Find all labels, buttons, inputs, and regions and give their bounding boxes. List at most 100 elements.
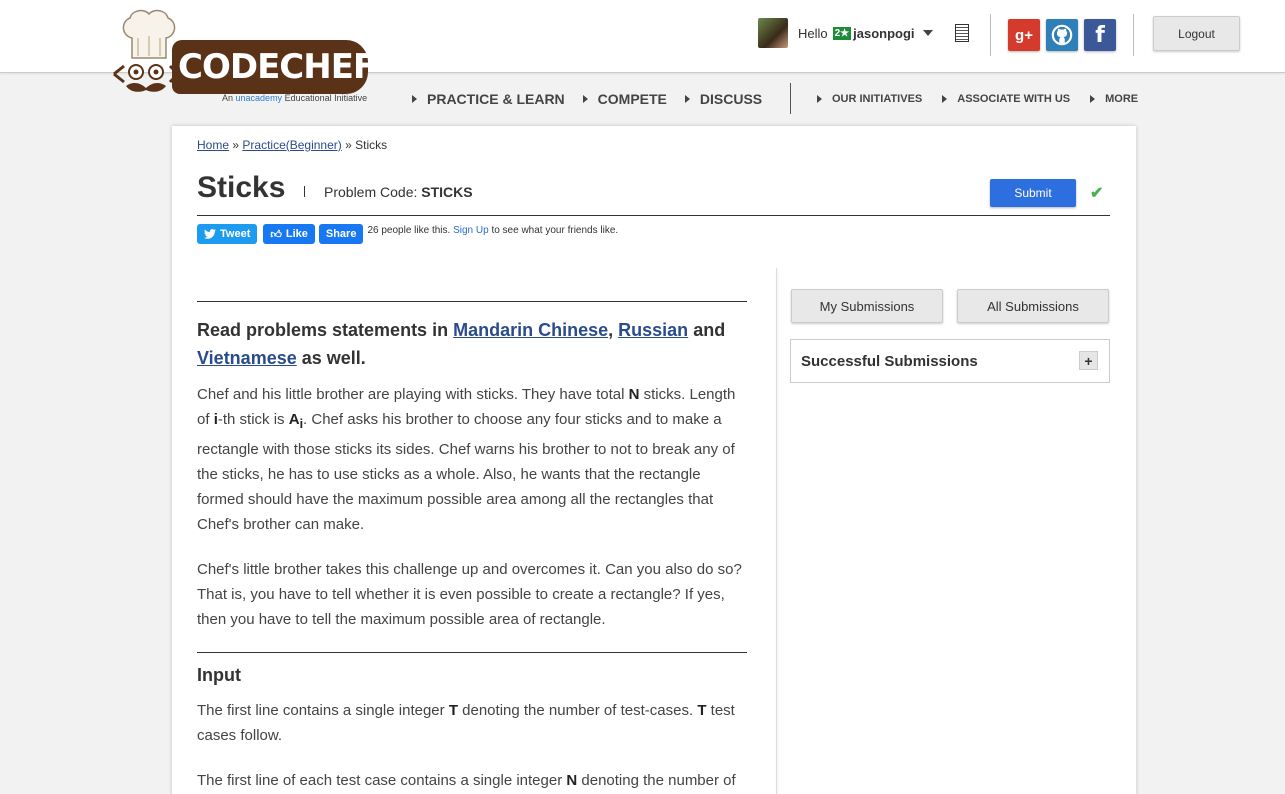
nav-label: ASSOCIATE WITH US	[957, 93, 1071, 105]
google-plus-icon[interactable]: g+	[1008, 19, 1040, 51]
statement-paragraph-1: Chef and his little brother are playing …	[197, 382, 747, 537]
secondary-nav: OUR INITIATIVES ASSOCIATE WITH US MORE	[817, 84, 1158, 114]
text: The first line contains a single integer	[197, 702, 445, 719]
nav-initiatives[interactable]: OUR INITIATIVES	[817, 93, 922, 105]
langs-and: and	[693, 320, 726, 340]
text: Chef and his little brother are playing …	[197, 386, 625, 403]
link-vietnamese[interactable]: Vietnamese	[197, 348, 297, 368]
nav-label: MORE	[1105, 93, 1139, 105]
github-icon[interactable]	[1046, 19, 1078, 51]
problem-code: Problem Code: STICKS	[324, 184, 473, 200]
text: . Chef asks his brother to choose any fo…	[197, 411, 735, 533]
text: denoting the number of	[581, 772, 736, 789]
facebook-icon[interactable]: f	[1084, 19, 1116, 51]
like-rest: to see what your friends like.	[491, 225, 619, 236]
nav-label: PRACTICE & LEARN	[427, 91, 565, 107]
nav-discuss[interactable]: DISCUSS	[684, 91, 763, 107]
text: denoting the number of test-cases.	[462, 702, 694, 719]
nav-more[interactable]: MORE	[1090, 93, 1138, 105]
all-submissions-button[interactable]: All Submissions	[957, 289, 1109, 323]
nav-label: DISCUSS	[699, 91, 763, 107]
var-n: N	[566, 772, 578, 789]
column-divider	[776, 268, 777, 794]
codechef-logo[interactable]: CODECHEF An unacademy Educational Initia…	[112, 6, 376, 106]
rating-badge: 2★	[832, 26, 852, 40]
hello-text: Hello	[798, 25, 828, 41]
input-heading: Input	[197, 665, 241, 685]
caret-right-icon	[817, 95, 822, 103]
like-count-text: 26 people like this. Sign Up to see what…	[367, 224, 627, 238]
problem-card: Home » Practice(Beginner) » Sticks Stick…	[172, 126, 1136, 794]
breadcrumb-sep: »	[232, 138, 240, 152]
chef-hat-icon	[122, 9, 176, 59]
fb-share-button[interactable]: Share	[318, 224, 364, 244]
var-a: Ai	[288, 411, 303, 431]
notes-icon[interactable]	[955, 24, 969, 42]
var-t: T	[697, 702, 707, 719]
chevron-down-icon[interactable]	[922, 30, 933, 36]
nav-label: COMPETE	[597, 91, 667, 107]
nav-label: OUR INITIATIVES	[832, 93, 923, 105]
logo-tagline: An unacademy Educational Initiative	[222, 93, 367, 103]
user-menu[interactable]: Hello 2★ jasonpogi	[758, 18, 933, 48]
divider	[197, 652, 747, 653]
caret-right-icon	[582, 95, 588, 103]
input-paragraph-2: The first line of each test case contain…	[197, 768, 747, 793]
fb-like-button[interactable]: 👍︎ Like	[263, 224, 315, 244]
caret-right-icon	[412, 95, 417, 103]
successful-submissions-title: Successful Submissions	[801, 353, 978, 370]
divider	[1133, 14, 1134, 56]
var-a-base: A	[288, 411, 300, 428]
problem-statement: Read problems statements in Mandarin Chi…	[197, 301, 747, 793]
tweet-label: Tweet	[220, 228, 251, 240]
greeting: Hello 2★ jasonpogi	[798, 26, 915, 41]
share-row: Tweet 👍︎ Like Share 26 people like this.…	[197, 224, 627, 254]
caret-right-icon	[1090, 95, 1096, 103]
avatar[interactable]	[758, 18, 788, 48]
page-title: Sticks	[197, 171, 286, 204]
divider	[990, 14, 991, 56]
breadcrumb-sep: »	[345, 138, 352, 152]
link-mandarin[interactable]: Mandarin Chinese	[453, 320, 608, 340]
var-t: T	[448, 702, 458, 719]
nav-compete[interactable]: COMPETE	[582, 91, 667, 107]
submit-button[interactable]: Submit	[990, 179, 1076, 207]
langs-prefix: Read problems statements in	[197, 320, 449, 340]
problem-code-value: STICKS	[421, 184, 473, 200]
breadcrumb: Home » Practice(Beginner) » Sticks	[197, 138, 387, 152]
signup-link[interactable]: Sign Up	[453, 225, 489, 236]
statement-paragraph-2: Chef's little brother takes this challen…	[197, 561, 742, 628]
tweet-button[interactable]: Tweet	[197, 224, 258, 244]
langs-suffix: as well.	[301, 348, 366, 368]
title-row: Sticks Problem Code: STICKS Submit ✔	[197, 171, 1110, 216]
breadcrumb-home[interactable]: Home	[197, 138, 229, 152]
username[interactable]: jasonpogi	[853, 26, 914, 41]
my-submissions-button[interactable]: My Submissions	[791, 289, 943, 323]
nav-associate[interactable]: ASSOCIATE WITH US	[942, 93, 1070, 105]
tagline-brand: unacademy	[235, 93, 283, 103]
link-russian[interactable]: Russian	[618, 320, 688, 340]
logout-button[interactable]: Logout	[1153, 16, 1240, 51]
var-n: N	[628, 386, 640, 403]
nav-divider	[790, 83, 791, 114]
expand-icon[interactable]: +	[1079, 351, 1098, 370]
breadcrumb-practice[interactable]: Practice(Beginner)	[242, 138, 341, 152]
languages-note: Read problems statements in Mandarin Chi…	[197, 320, 726, 368]
tagline-prefix: An	[222, 93, 234, 103]
fb-like-label: Like	[285, 228, 308, 240]
text: -th stick is	[217, 411, 285, 428]
main-nav: PRACTICE & LEARN COMPETE DISCUSS	[412, 84, 780, 114]
nav-practice[interactable]: PRACTICE & LEARN	[412, 91, 565, 107]
successful-submissions-panel[interactable]: Successful Submissions +	[790, 339, 1110, 383]
problem-code-label: Problem Code:	[324, 184, 418, 200]
logo-text: CODECHEF	[172, 40, 376, 94]
check-icon: ✔	[1090, 185, 1104, 202]
caret-right-icon	[942, 95, 948, 103]
thumbs-up-icon: 👍︎	[270, 228, 282, 241]
title-divider	[304, 186, 305, 197]
divider	[197, 301, 747, 302]
breadcrumb-current: Sticks	[355, 138, 388, 152]
input-paragraph-1: The first line contains a single integer…	[197, 698, 747, 748]
caret-right-icon	[684, 95, 690, 103]
tagline-suffix: Educational Initiative	[284, 93, 368, 103]
